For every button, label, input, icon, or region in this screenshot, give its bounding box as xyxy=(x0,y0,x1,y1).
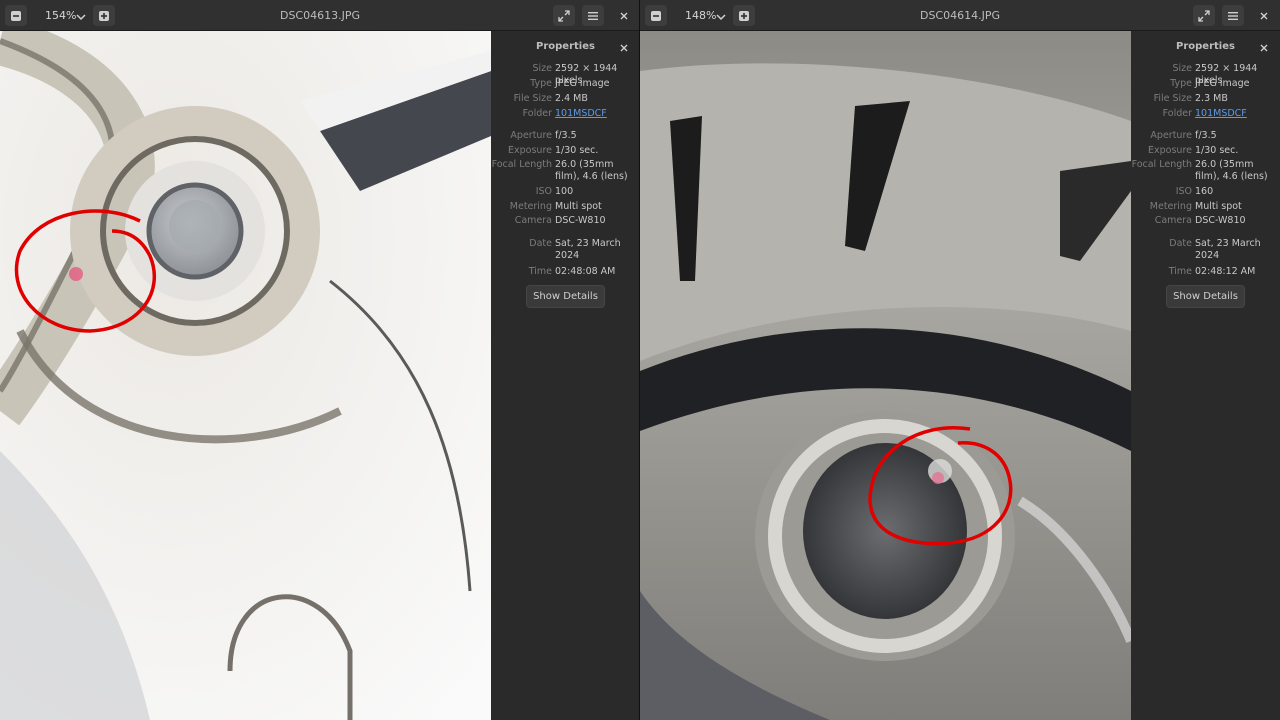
hamburger-menu-icon xyxy=(1228,11,1238,20)
close-icon xyxy=(620,12,628,19)
properties-panel: Properties Size 2592 × 1944 pixels Type JP… xyxy=(491,31,640,720)
close-icon xyxy=(620,44,628,52)
photo-canvas[interactable] xyxy=(0,31,491,720)
photo-image xyxy=(0,31,491,720)
show-details-button[interactable]: Show Details xyxy=(1166,285,1245,308)
close-window-button[interactable] xyxy=(613,5,635,26)
folder-link[interactable]: 101MSDCF xyxy=(555,108,639,120)
fullscreen-icon xyxy=(558,9,570,22)
panel-close-button[interactable] xyxy=(617,41,631,55)
close-icon xyxy=(1260,12,1268,19)
fullscreen-button[interactable] xyxy=(553,5,575,26)
folder-link[interactable]: 101MSDCF xyxy=(1195,108,1279,120)
photo-image xyxy=(640,31,1131,720)
image-viewer-right: 148% DSC04614.JPG Properties Size 2592 ×… xyxy=(640,0,1280,720)
close-icon xyxy=(1260,44,1268,52)
window-title: DSC04614.JPG xyxy=(919,9,1001,22)
show-details-button[interactable]: Show Details xyxy=(526,285,605,308)
header-bar: 148% DSC04614.JPG xyxy=(640,0,1280,31)
menu-button[interactable] xyxy=(582,5,604,26)
panel-close-button[interactable] xyxy=(1257,41,1271,55)
viewer-divider xyxy=(639,0,640,720)
properties-panel: Properties Size 2592 × 1944 pixels Type JP… xyxy=(1131,31,1280,720)
close-window-button[interactable] xyxy=(1253,5,1275,26)
image-viewer-left: 154% DSC04613.JPG Properties Size 2592 ×… xyxy=(0,0,640,720)
photo-canvas[interactable] xyxy=(640,31,1131,720)
hamburger-menu-icon xyxy=(588,11,598,20)
fullscreen-button[interactable] xyxy=(1193,5,1215,26)
header-bar: 154% DSC04613.JPG xyxy=(0,0,640,31)
fullscreen-icon xyxy=(1198,9,1210,22)
menu-button[interactable] xyxy=(1222,5,1244,26)
window-title: DSC04613.JPG xyxy=(279,9,361,22)
